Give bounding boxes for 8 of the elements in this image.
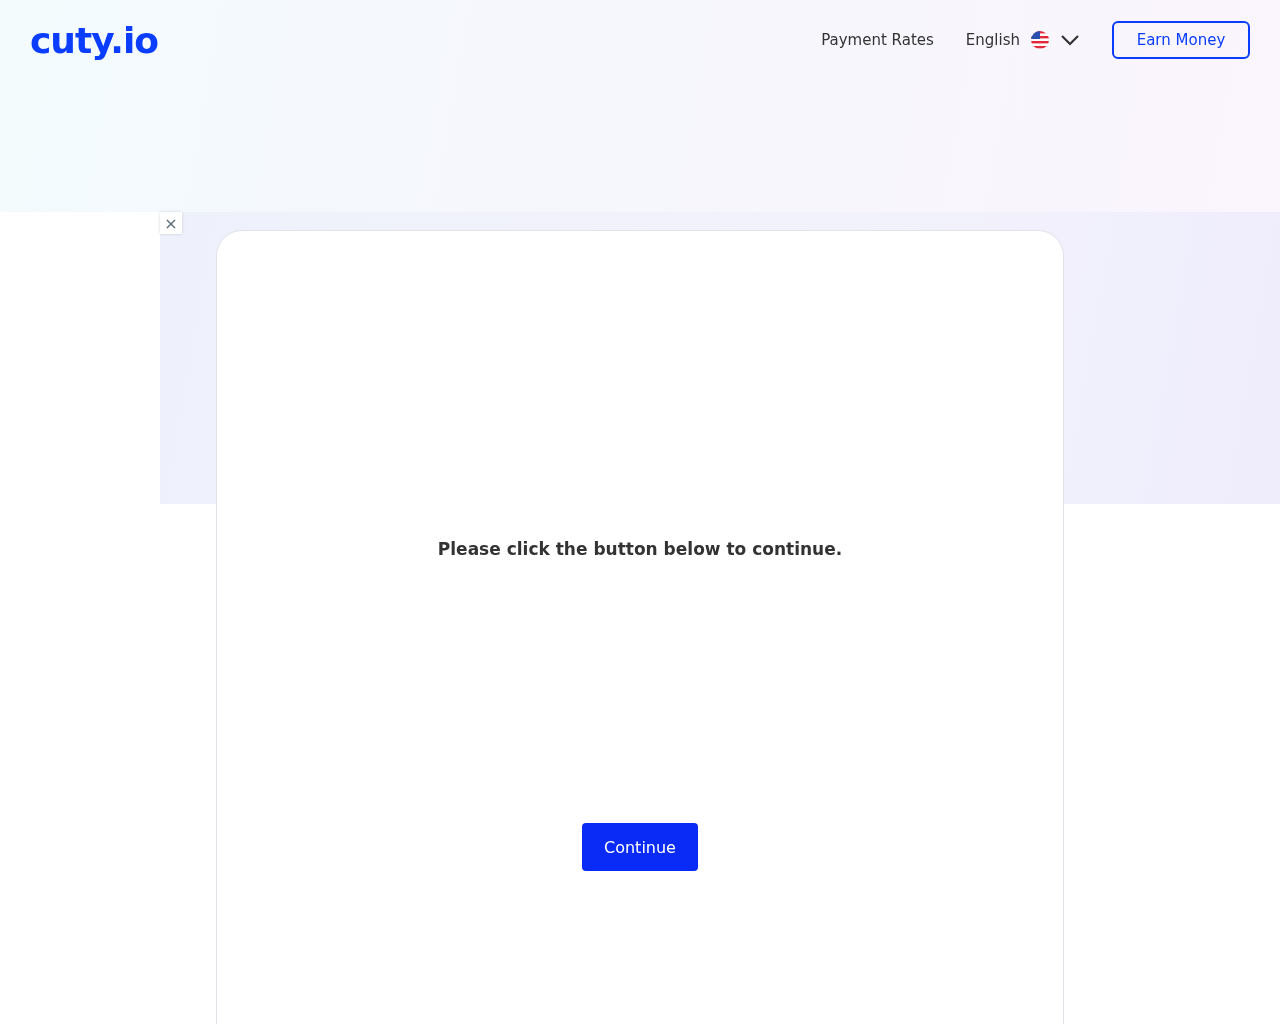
earn-money-button[interactable]: Earn Money [1112, 21, 1250, 59]
nav-link[interactable]: Payment Rates [821, 31, 934, 49]
language-label[interactable]: English [965, 31, 1020, 49]
continue-button[interactable]: Continue [582, 823, 698, 871]
logo[interactable]: cuty.io [30, 19, 159, 61]
chevron-down-icon[interactable] [1060, 34, 1080, 46]
message-text: Please click the button below to continue. [437, 539, 843, 559]
close-button[interactable]: × [160, 212, 182, 234]
